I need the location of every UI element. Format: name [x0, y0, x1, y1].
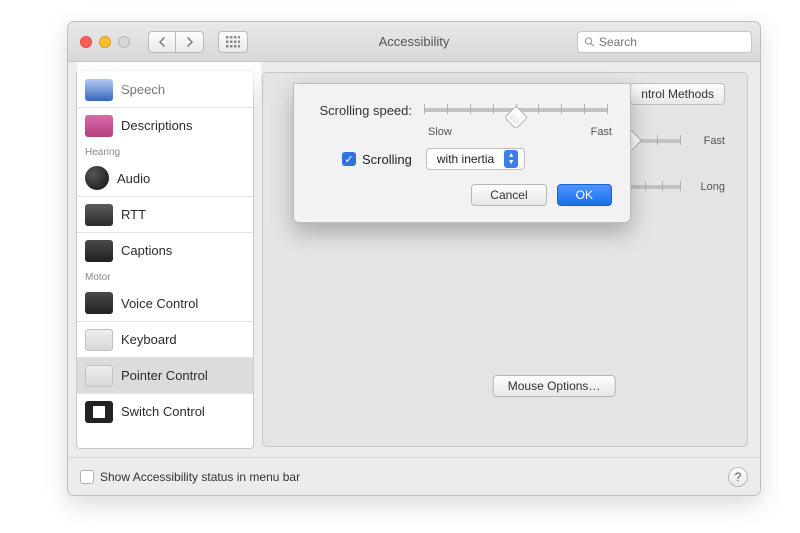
grid-icon [226, 36, 240, 48]
scrolling-speed-label: Scrolling speed: [312, 103, 420, 118]
rtt-icon [85, 204, 113, 226]
sidebar-item-rtt[interactable]: RTT [77, 196, 253, 232]
nav-back-forward [148, 31, 204, 53]
captions-icon [85, 240, 113, 262]
sidebar-item-captions[interactable]: Captions [77, 232, 253, 268]
forward-button[interactable] [176, 31, 204, 53]
sidebar-item-label: Captions [121, 243, 172, 258]
zoom-window-button[interactable] [118, 36, 130, 48]
cancel-button[interactable]: Cancel [471, 184, 546, 206]
search-icon [584, 36, 595, 48]
search-input[interactable] [599, 35, 745, 49]
switch-control-icon [85, 401, 113, 423]
sidebar-item-voice-control[interactable]: Voice Control [77, 285, 253, 321]
sidebar-item-label: Pointer Control [121, 368, 208, 383]
sidebar-item-label: Voice Control [121, 296, 198, 311]
window-controls [80, 36, 130, 48]
preferences-window: Accessibility Speech Descriptions Hea [67, 21, 761, 496]
select-value: with inertia [437, 152, 494, 166]
show-status-label: Show Accessibility status in menu bar [100, 470, 300, 484]
pointer-control-icon [85, 365, 113, 387]
sidebar-category-motor: Motor [77, 268, 253, 285]
speech-icon [85, 79, 113, 101]
footer: Show Accessibility status in menu bar ? [68, 457, 760, 495]
sidebar-item-switch-control[interactable]: Switch Control [77, 393, 253, 429]
close-window-button[interactable] [80, 36, 92, 48]
sidebar-item-label: Speech [121, 82, 165, 97]
sidebar-item-label: Audio [117, 171, 150, 186]
show-all-button[interactable] [218, 31, 248, 53]
scrolling-speed-slider[interactable] [420, 100, 612, 120]
back-button[interactable] [148, 31, 176, 53]
category-sidebar: Speech Descriptions Hearing Audio RTT [76, 70, 254, 449]
voice-control-icon [85, 292, 113, 314]
slider-max-label: Fast [685, 135, 725, 147]
ok-button[interactable]: OK [557, 184, 612, 206]
show-status-checkbox[interactable] [80, 470, 94, 484]
select-stepper-icon: ▲▼ [504, 150, 518, 168]
mouse-options-sheet: Scrolling speed: Slow Fast ✓ Scrolling w… [293, 83, 631, 223]
minimize-window-button[interactable] [99, 36, 111, 48]
help-button[interactable]: ? [728, 467, 748, 487]
slider-slow-label: Slow [428, 126, 452, 138]
sidebar-item-label: Descriptions [121, 118, 193, 133]
descriptions-icon [85, 115, 113, 137]
sidebar-item-pointer-control[interactable]: Pointer Control [77, 357, 253, 393]
tab-label: ntrol Methods [641, 87, 714, 101]
sidebar-category-hearing: Hearing [77, 143, 253, 160]
sidebar-item-descriptions[interactable]: Descriptions [77, 107, 253, 143]
scrolling-mode-select[interactable]: with inertia ▲▼ [426, 148, 525, 170]
slider-max-label: Long [685, 181, 725, 193]
slider-fast-label: Fast [591, 126, 612, 138]
sidebar-item-label: Switch Control [121, 404, 205, 419]
search-field[interactable] [577, 31, 752, 53]
audio-icon [85, 166, 109, 190]
tab-control-methods[interactable]: ntrol Methods [630, 83, 725, 105]
sidebar-item-speech[interactable]: Speech [77, 71, 253, 107]
sidebar-scroll[interactable]: Speech Descriptions Hearing Audio RTT [77, 71, 253, 448]
sidebar-item-label: RTT [121, 207, 146, 222]
sidebar-item-audio[interactable]: Audio [77, 160, 253, 196]
keyboard-icon [85, 329, 113, 351]
sidebar-item-label: Keyboard [121, 332, 177, 347]
sidebar-item-keyboard[interactable]: Keyboard [77, 321, 253, 357]
titlebar: Accessibility [68, 22, 760, 62]
mouse-options-button[interactable]: Mouse Options… [493, 375, 616, 397]
scrolling-checkbox-label: Scrolling [362, 152, 412, 167]
scrolling-checkbox[interactable]: ✓ [342, 152, 356, 166]
